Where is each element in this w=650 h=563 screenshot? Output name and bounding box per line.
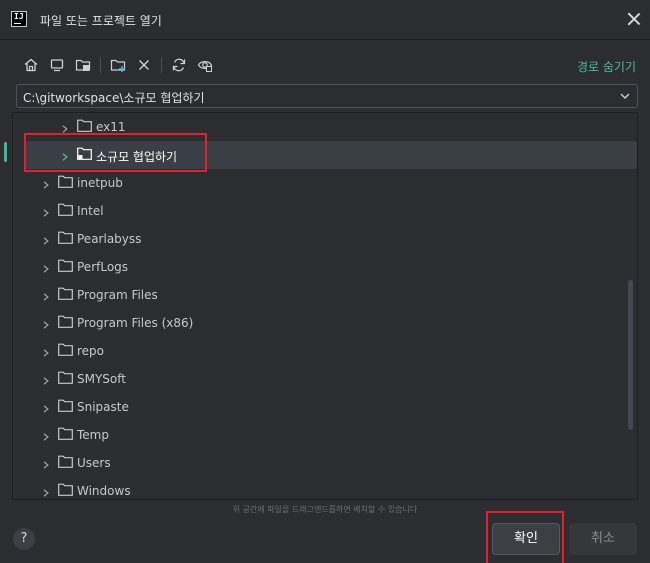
- tree-item[interactable]: PerfLogs: [13, 253, 637, 281]
- tree-item-label: Program Files: [77, 288, 158, 302]
- tree-item[interactable]: Windows: [13, 477, 637, 499]
- chevron-right-icon[interactable]: [42, 178, 50, 189]
- ok-button[interactable]: 확인: [492, 523, 560, 555]
- folder-icon: [58, 371, 73, 384]
- tree-item-label: ex11: [96, 120, 126, 134]
- tree-item-label: PerfLogs: [77, 260, 129, 274]
- chevron-right-icon[interactable]: [42, 206, 50, 217]
- chevron-right-icon[interactable]: [61, 122, 69, 133]
- toolbar: [20, 54, 220, 76]
- folder-icon: [77, 119, 92, 132]
- close-icon[interactable]: [625, 10, 643, 28]
- tree-item[interactable]: Users: [13, 449, 637, 477]
- chevron-right-icon[interactable]: [42, 430, 50, 441]
- tree-item[interactable]: SMYSoft: [13, 365, 637, 393]
- show-hidden-icon[interactable]: [194, 54, 216, 76]
- tree-item[interactable]: Program Files (x86): [13, 309, 637, 337]
- new-folder-icon[interactable]: [107, 54, 129, 76]
- chevron-right-icon[interactable]: [42, 234, 50, 245]
- path-value: C:\gitworkspace\소규모 협업하기: [23, 91, 205, 105]
- folder-icon: [58, 315, 73, 328]
- folder-icon: [58, 231, 73, 244]
- tree-item-label: SMYSoft: [77, 372, 126, 386]
- folder-icon: [58, 203, 73, 216]
- tree-item[interactable]: Program Files: [13, 281, 637, 309]
- folder-icon: [58, 483, 73, 496]
- folder-icon: [58, 399, 73, 412]
- refresh-icon[interactable]: [168, 54, 190, 76]
- tree-item[interactable]: Intel: [13, 197, 637, 225]
- tree-item-label: repo: [77, 344, 105, 358]
- chevron-right-icon[interactable]: [42, 318, 50, 329]
- folder-icon: [58, 427, 73, 440]
- tree-item-label: Snipaste: [77, 400, 129, 414]
- chevron-right-icon[interactable]: [42, 458, 50, 469]
- tree-item[interactable]: Pearlabyss: [13, 225, 637, 253]
- folder-icon: [58, 259, 73, 272]
- tree-item[interactable]: Temp: [13, 421, 637, 449]
- tree-item-label: Program Files (x86): [77, 316, 194, 330]
- project-folder-icon[interactable]: [72, 54, 94, 76]
- help-button[interactable]: ?: [13, 528, 35, 550]
- scrollbar[interactable]: [628, 280, 633, 430]
- chevron-right-icon[interactable]: [42, 346, 50, 357]
- folder-icon: [58, 455, 73, 468]
- tree-item[interactable]: ex11: [13, 113, 637, 141]
- cancel-button[interactable]: 취소: [569, 523, 637, 555]
- tree-item[interactable]: repo: [13, 337, 637, 365]
- chevron-right-icon[interactable]: [42, 486, 50, 497]
- path-input[interactable]: C:\gitworkspace\소규모 협업하기: [16, 84, 638, 108]
- chevron-down-icon[interactable]: [619, 90, 631, 102]
- intellij-logo-icon: IJ: [11, 11, 27, 27]
- tree-item[interactable]: Snipaste: [13, 393, 637, 421]
- drag-drop-hint: 위 공간에 파일을 드래그앤드롭하면 배치할 수 있습니다: [232, 505, 418, 514]
- folder-icon: [58, 343, 73, 356]
- chevron-right-icon[interactable]: [42, 374, 50, 385]
- dialog-title: 파일 또는 프로젝트 열기: [40, 14, 162, 28]
- tree-item-label: Pearlabyss: [77, 232, 142, 246]
- focus-indicator: [4, 142, 7, 162]
- toolbar-divider: [161, 57, 162, 73]
- desktop-icon[interactable]: [46, 54, 68, 76]
- chevron-right-icon[interactable]: [61, 150, 69, 161]
- tree-item-label: 소규모 협업하기: [96, 150, 178, 164]
- tree-item[interactable]: 소규모 협업하기: [25, 141, 637, 169]
- tree-item-label: Users: [77, 456, 111, 470]
- file-tree[interactable]: ex11 소규모 협업하기 inetpub Intel Pearlabyss PerfLo…: [12, 112, 638, 500]
- tree-item-label: Windows: [77, 484, 131, 498]
- toolbar-divider: [100, 57, 101, 73]
- folder-icon: [58, 175, 73, 188]
- home-icon[interactable]: [20, 54, 42, 76]
- hide-path-link[interactable]: 경로 숨기기: [577, 58, 636, 75]
- title-bar: IJ 파일 또는 프로젝트 열기: [0, 0, 650, 40]
- delete-icon[interactable]: [133, 54, 155, 76]
- folder-icon: [58, 287, 73, 300]
- chevron-right-icon[interactable]: [42, 402, 50, 413]
- chevron-right-icon[interactable]: [42, 262, 50, 273]
- tree-item-label: Intel: [77, 204, 104, 218]
- folder-icon: [77, 147, 92, 160]
- tree-item-label: Temp: [77, 428, 109, 442]
- tree-item[interactable]: inetpub: [13, 169, 637, 197]
- tree-item-label: inetpub: [77, 176, 123, 190]
- chevron-right-icon[interactable]: [42, 290, 50, 301]
